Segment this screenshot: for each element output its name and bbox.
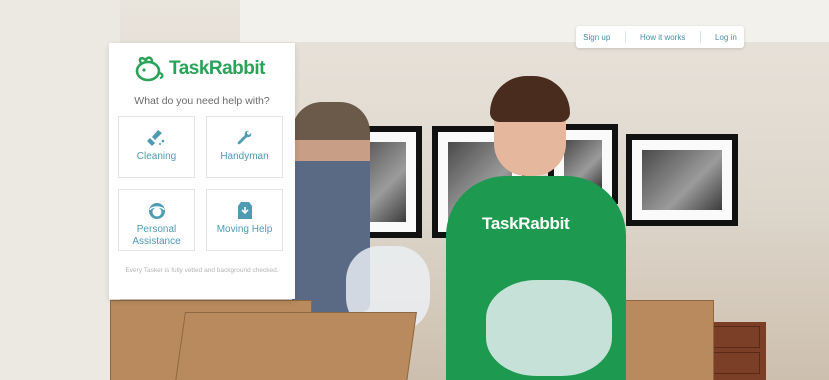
task-picker-panel: TaskRabbit What do you need help with? C…	[109, 43, 295, 299]
wall-photo-frame	[626, 134, 738, 226]
taskrabbit-logo[interactable]: TaskRabbit	[133, 55, 266, 83]
moving-help-tile[interactable]: Moving Help	[206, 189, 283, 251]
cleaning-icon	[146, 130, 164, 146]
left-wall	[0, 0, 120, 380]
how-it-works-link[interactable]: How it works	[640, 33, 685, 42]
bubble-wrap	[486, 280, 612, 376]
signup-link[interactable]: Sign up	[583, 33, 610, 42]
box-icon	[237, 202, 252, 219]
tile-label: Handyman	[220, 151, 269, 162]
tile-label: Moving Help	[216, 224, 273, 235]
nav-divider	[699, 31, 701, 43]
cardboard-box	[620, 300, 714, 380]
cleaning-tile[interactable]: Cleaning	[118, 116, 195, 178]
wrench-icon	[237, 130, 251, 145]
tile-label: Cleaning	[136, 151, 177, 162]
vetting-note: Every Tasker is fully vetted and backgro…	[125, 267, 279, 274]
personal-assistance-tile[interactable]: Personal Assistance	[118, 189, 195, 251]
nav-divider	[624, 31, 626, 43]
top-nav: Sign up How it works Log in	[576, 26, 744, 48]
shirt-logo-text: TaskRabbit	[482, 214, 570, 233]
tile-label: Personal Assistance	[132, 224, 181, 247]
assistant-icon	[148, 203, 165, 219]
rabbit-icon	[135, 56, 164, 82]
cardboard-box	[175, 312, 417, 380]
handyman-tile[interactable]: Handyman	[206, 116, 283, 178]
logo-wordmark: TaskRabbit	[169, 58, 266, 79]
login-link[interactable]: Log in	[715, 33, 737, 42]
help-question: What do you need help with?	[134, 95, 270, 107]
